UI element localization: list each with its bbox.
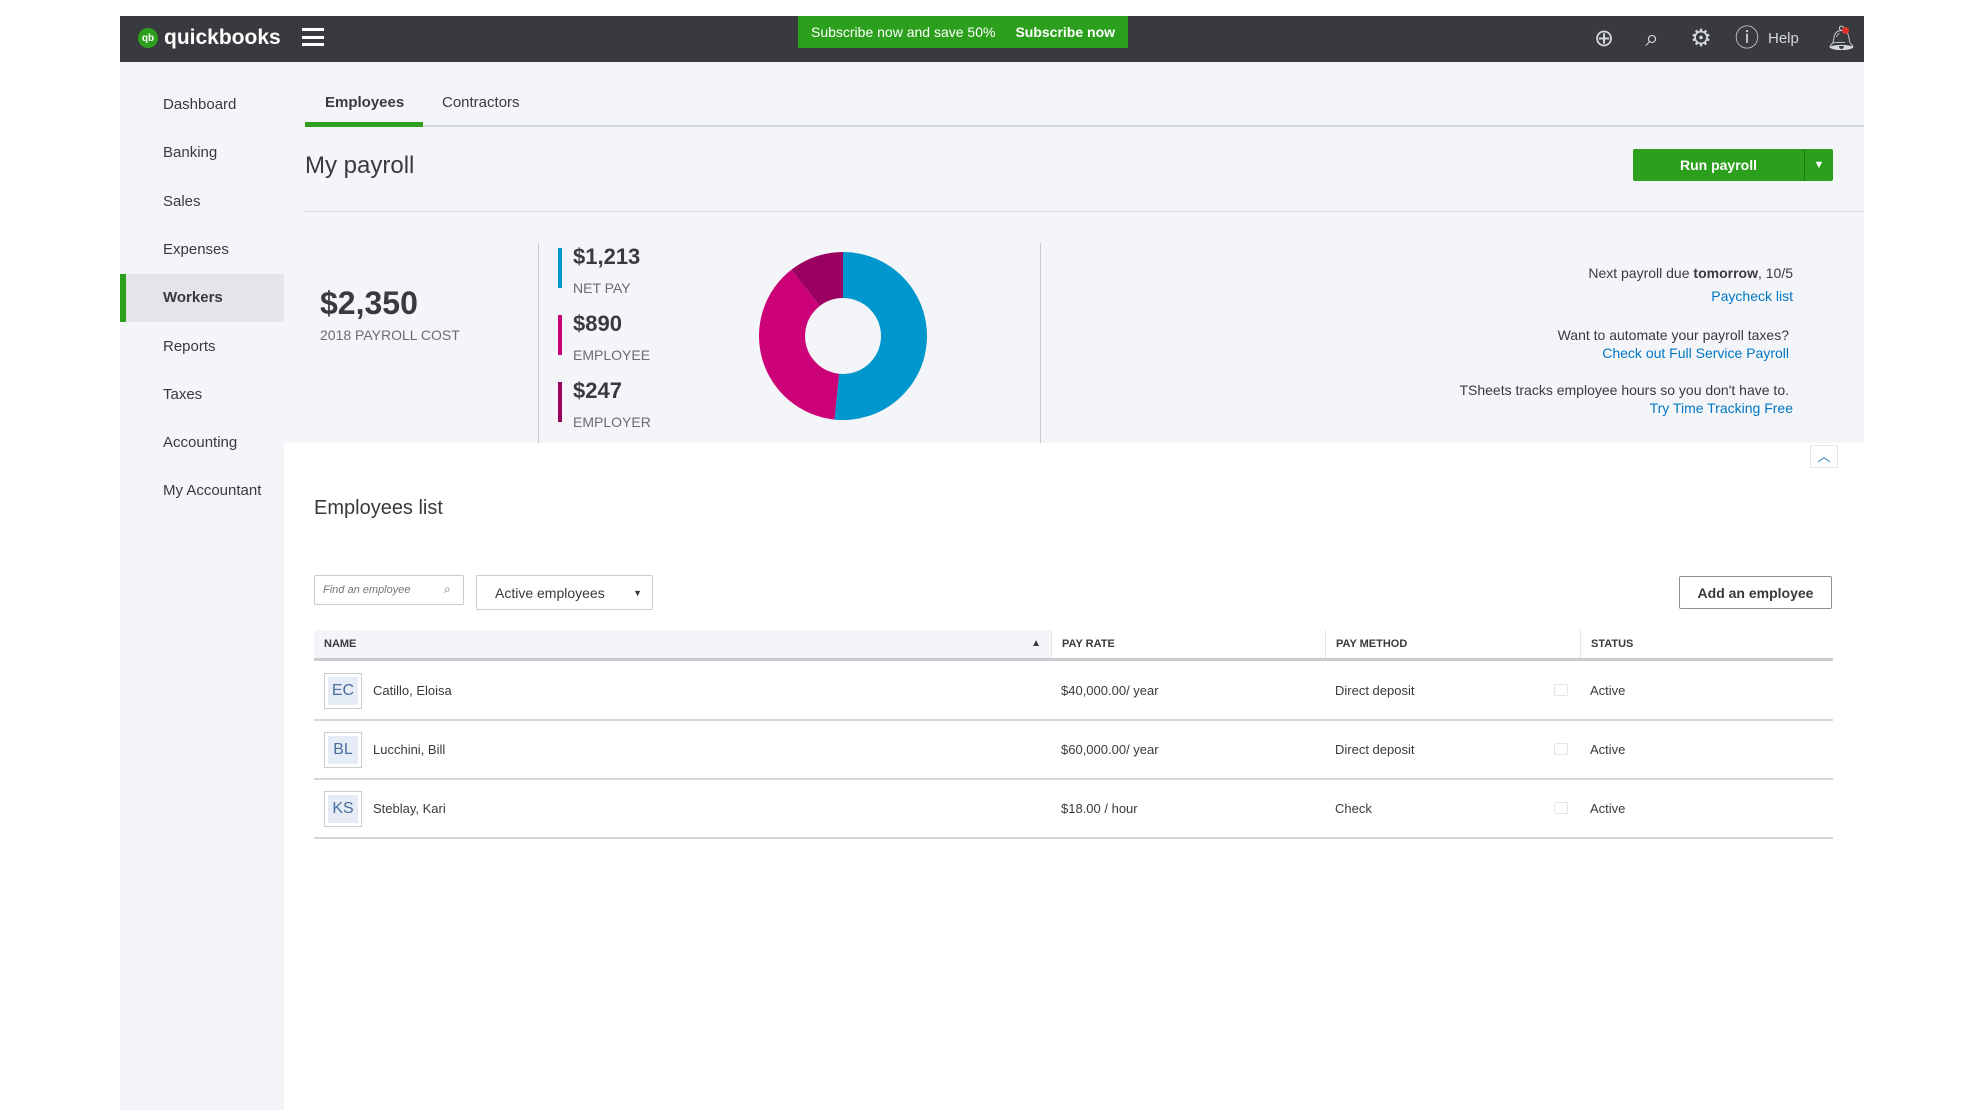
legend-value: $890 [573,311,622,336]
donut-slice-net-pay [834,252,928,420]
status: Active [1590,801,1626,816]
tsheets-text: TSheets tracks employee hours so you don… [1459,382,1789,398]
legend-label: EMPLOYEE [573,347,651,363]
table-header: NAME ▲ PAY RATE PAY METHOD STATUS [314,630,1833,661]
avatar: KS [324,791,362,827]
table-row[interactable]: BL Lucchini, Bill $60,000.00/ year Direc… [314,721,1833,780]
help-icon[interactable]: ⓘ [1733,25,1761,53]
sidebar-item-expenses[interactable]: Expenses [120,226,284,274]
paycheck-list-link[interactable]: Paycheck list [1711,288,1793,304]
status: Active [1590,742,1626,757]
promo-text: Subscribe now and save 50% [810,24,996,40]
find-employee-input[interactable] [314,575,464,605]
sidebar-item-banking[interactable]: Banking [120,129,284,177]
sidebar-item-dashboard[interactable]: Dashboard [120,81,284,129]
legend-label: EMPLOYER [573,414,651,430]
time-tracking-link[interactable]: Try Time Tracking Free [1650,400,1793,416]
divider [305,211,1864,212]
next-payroll-text: Next payroll due tomorrow, 10/5 [1588,265,1793,281]
employee-name[interactable]: Lucchini, Bill [373,721,445,778]
legend-label: NET PAY [573,280,631,296]
active-tab-indicator [305,122,423,127]
caret-down-icon: ▼ [633,587,642,598]
column-header-name[interactable]: NAME ▲ [314,630,1051,658]
quickbooks-logo[interactable]: qb quickbooks [138,26,281,50]
notification-dot [1842,27,1849,34]
tab-divider [305,125,1864,127]
employee-name[interactable]: Steblay, Kari [373,780,446,837]
qb-logo-icon: qb [138,28,158,48]
sidebar-item-accounting[interactable]: Accounting [120,419,284,467]
pay-rate: $18.00 / hour [1061,801,1138,816]
direct-deposit-icon [1554,743,1568,755]
bell-icon[interactable]: 🔔︎ [1826,25,1856,53]
avatar: EC [324,673,362,709]
divider [538,243,539,443]
column-header-pay-method[interactable]: PAY METHOD [1325,630,1407,658]
brand-name: quickbooks [164,26,281,49]
gear-icon[interactable]: ⚙ [1687,25,1715,53]
pay-rate: $40,000.00/ year [1061,683,1159,698]
payroll-donut-chart [759,252,928,420]
status: Active [1590,683,1626,698]
search-icon[interactable]: ⌕ [444,582,451,597]
column-header-status[interactable]: STATUS [1580,630,1633,658]
sidebar-item-reports[interactable]: Reports [120,323,284,371]
filter-value: Active employees [495,584,605,601]
direct-deposit-icon [1554,684,1568,696]
plus-icon[interactable]: ⊕ [1590,25,1618,53]
legend-value: $247 [573,378,622,403]
payroll-cost-total: $2,350 [320,285,418,321]
payroll-cost-label: 2018 PAYROLL COST [320,327,460,343]
tab-contractors[interactable]: Contractors [442,94,520,111]
automate-text: Want to automate your payroll taxes? [1557,327,1789,343]
legend-swatch [558,248,562,288]
sidebar-item-workers[interactable]: Workers [120,274,284,323]
legend-value: $1,213 [573,244,641,269]
table-row[interactable]: EC Catillo, Eloisa $40,000.00/ year Dire… [314,662,1833,721]
tab-employees[interactable]: Employees [325,94,404,111]
legend-swatch [558,315,562,355]
sort-ascending-icon[interactable]: ▲ [1031,630,1041,658]
full-service-payroll-link[interactable]: Check out Full Service Payroll [1602,345,1789,361]
pay-method: Direct deposit [1335,683,1415,698]
pay-rate: $60,000.00/ year [1061,742,1159,757]
employee-filter-dropdown[interactable]: Active employees ▼ [476,575,653,610]
run-payroll-label[interactable]: Run payroll [1633,149,1804,181]
legend-swatch [558,382,562,422]
add-employee-button[interactable]: Add an employee [1679,576,1832,609]
promo-banner: Subscribe now and save 50% Subscribe now [798,16,1128,48]
employee-name[interactable]: Catillo, Eloisa [373,662,452,719]
column-header-pay-rate[interactable]: PAY RATE [1051,630,1115,658]
sidebar-item-sales[interactable]: Sales [120,178,284,226]
pay-method: Direct deposit [1335,742,1415,757]
chevron-up-icon[interactable]: ︿ [1810,445,1838,468]
caret-down-icon[interactable]: ▼ [1804,149,1833,181]
table-row[interactable]: KS Steblay, Kari $18.00 / hour Check Act… [314,780,1833,839]
run-payroll-button[interactable]: Run payroll ▼ [1633,149,1833,181]
sidebar-item-my-accountant[interactable]: My Accountant [120,467,284,515]
search-icon[interactable]: ⌕ [1638,25,1666,53]
sidebar-item-taxes[interactable]: Taxes [120,371,284,419]
hamburger-menu-icon[interactable] [302,28,324,46]
page-title: My payroll [305,152,415,179]
divider [1040,243,1041,443]
check-icon [1554,802,1568,814]
help-link[interactable]: Help [1768,30,1799,47]
avatar: BL [324,732,362,768]
employees-list-title: Employees list [314,497,443,519]
pay-method: Check [1335,801,1372,816]
subscribe-now-button[interactable]: Subscribe now [1015,24,1115,40]
